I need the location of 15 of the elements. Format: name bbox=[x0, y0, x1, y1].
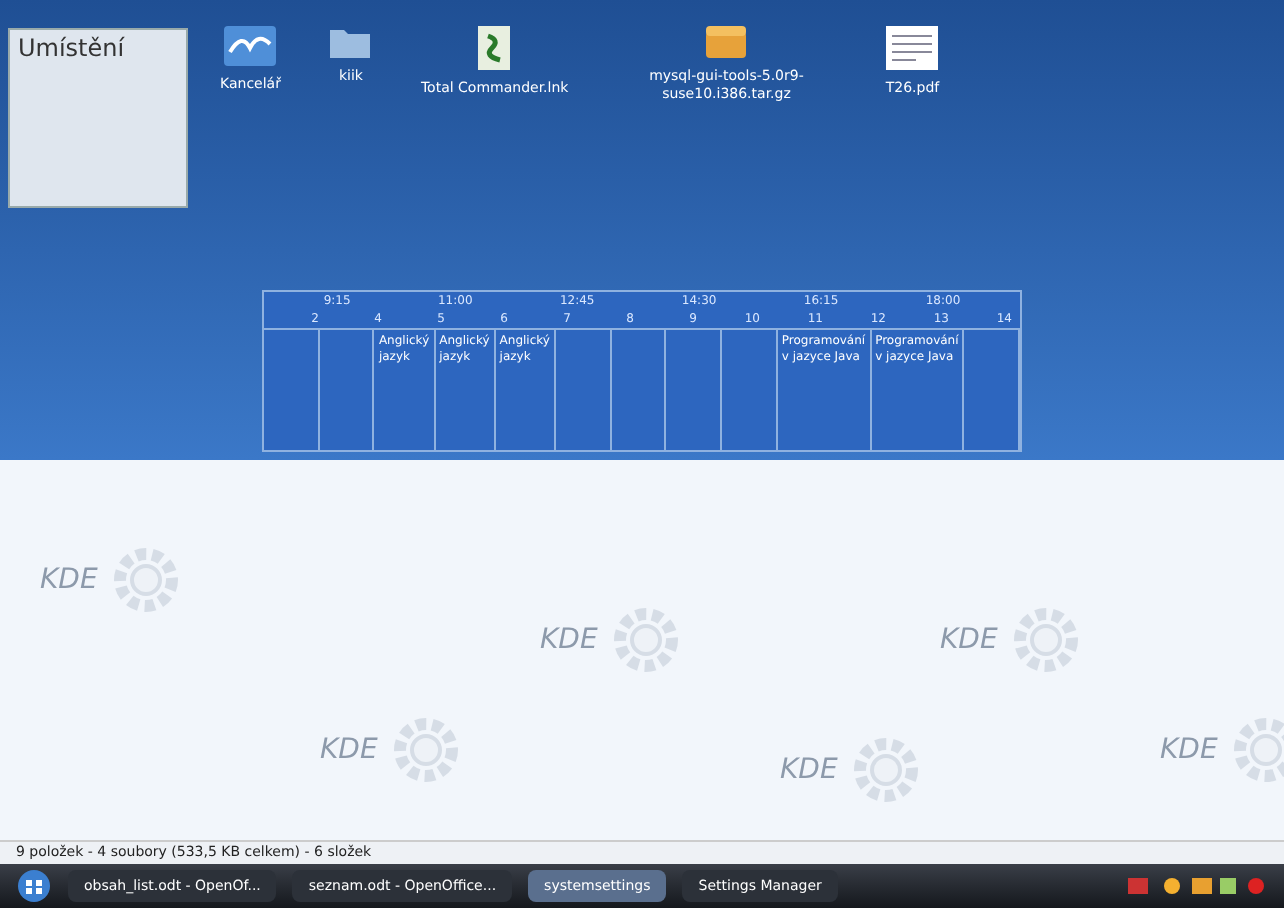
window-title: Umístění bbox=[16, 32, 127, 66]
pdf-thumbnail-icon bbox=[884, 24, 941, 72]
seagull-icon bbox=[222, 24, 279, 68]
logo-text: KDE bbox=[540, 621, 598, 659]
folder-icon bbox=[328, 24, 373, 60]
start-orb-icon[interactable] bbox=[16, 868, 52, 904]
side-window[interactable]: Umístění bbox=[8, 28, 188, 208]
logo-text: KDE bbox=[780, 751, 838, 789]
logo-text: KDE bbox=[40, 561, 98, 599]
logo-text: KDE bbox=[940, 621, 998, 659]
package-icon bbox=[704, 24, 749, 60]
logo-text: KDE bbox=[320, 731, 378, 769]
tray-icons-drawing[interactable] bbox=[1128, 874, 1268, 898]
document-icon bbox=[476, 24, 513, 72]
logo-text: KDE bbox=[1160, 731, 1218, 769]
